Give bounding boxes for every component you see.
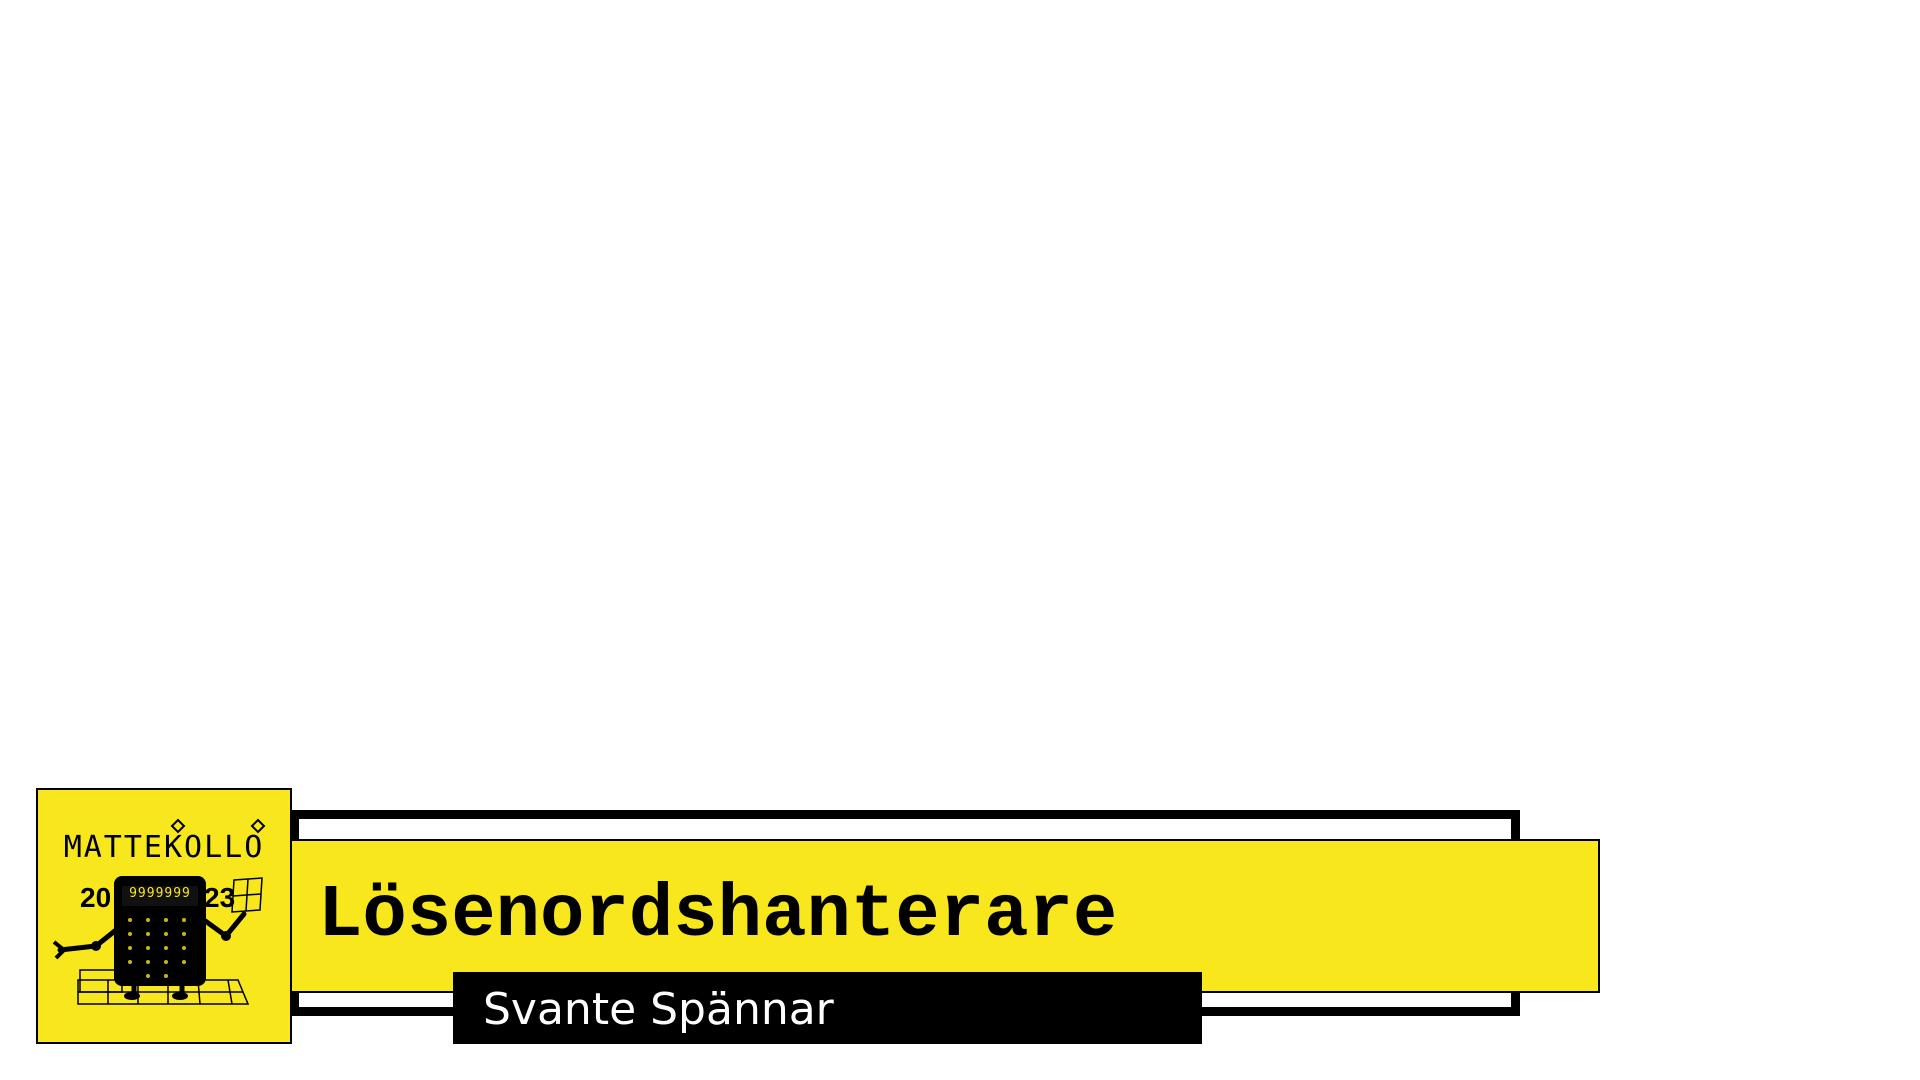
calculator-robot-icon [52, 818, 266, 1005]
logo-year-right: 23 [204, 882, 236, 913]
slide: Lösenordshanterare Svante Spännar MATTEK… [0, 0, 1920, 1080]
logo-year-left: 20 [80, 882, 112, 913]
logo-wordmark: MATTEKOLLO [63, 830, 265, 865]
slide-author: Svante Spännar [483, 984, 834, 1035]
logo-calculator-display: 9999999 [129, 886, 191, 901]
slide-title: Lösenordshanterare [318, 874, 1118, 958]
mattekollo-logo: MATTEKOLLO 20 23 9999999 [36, 788, 292, 1044]
